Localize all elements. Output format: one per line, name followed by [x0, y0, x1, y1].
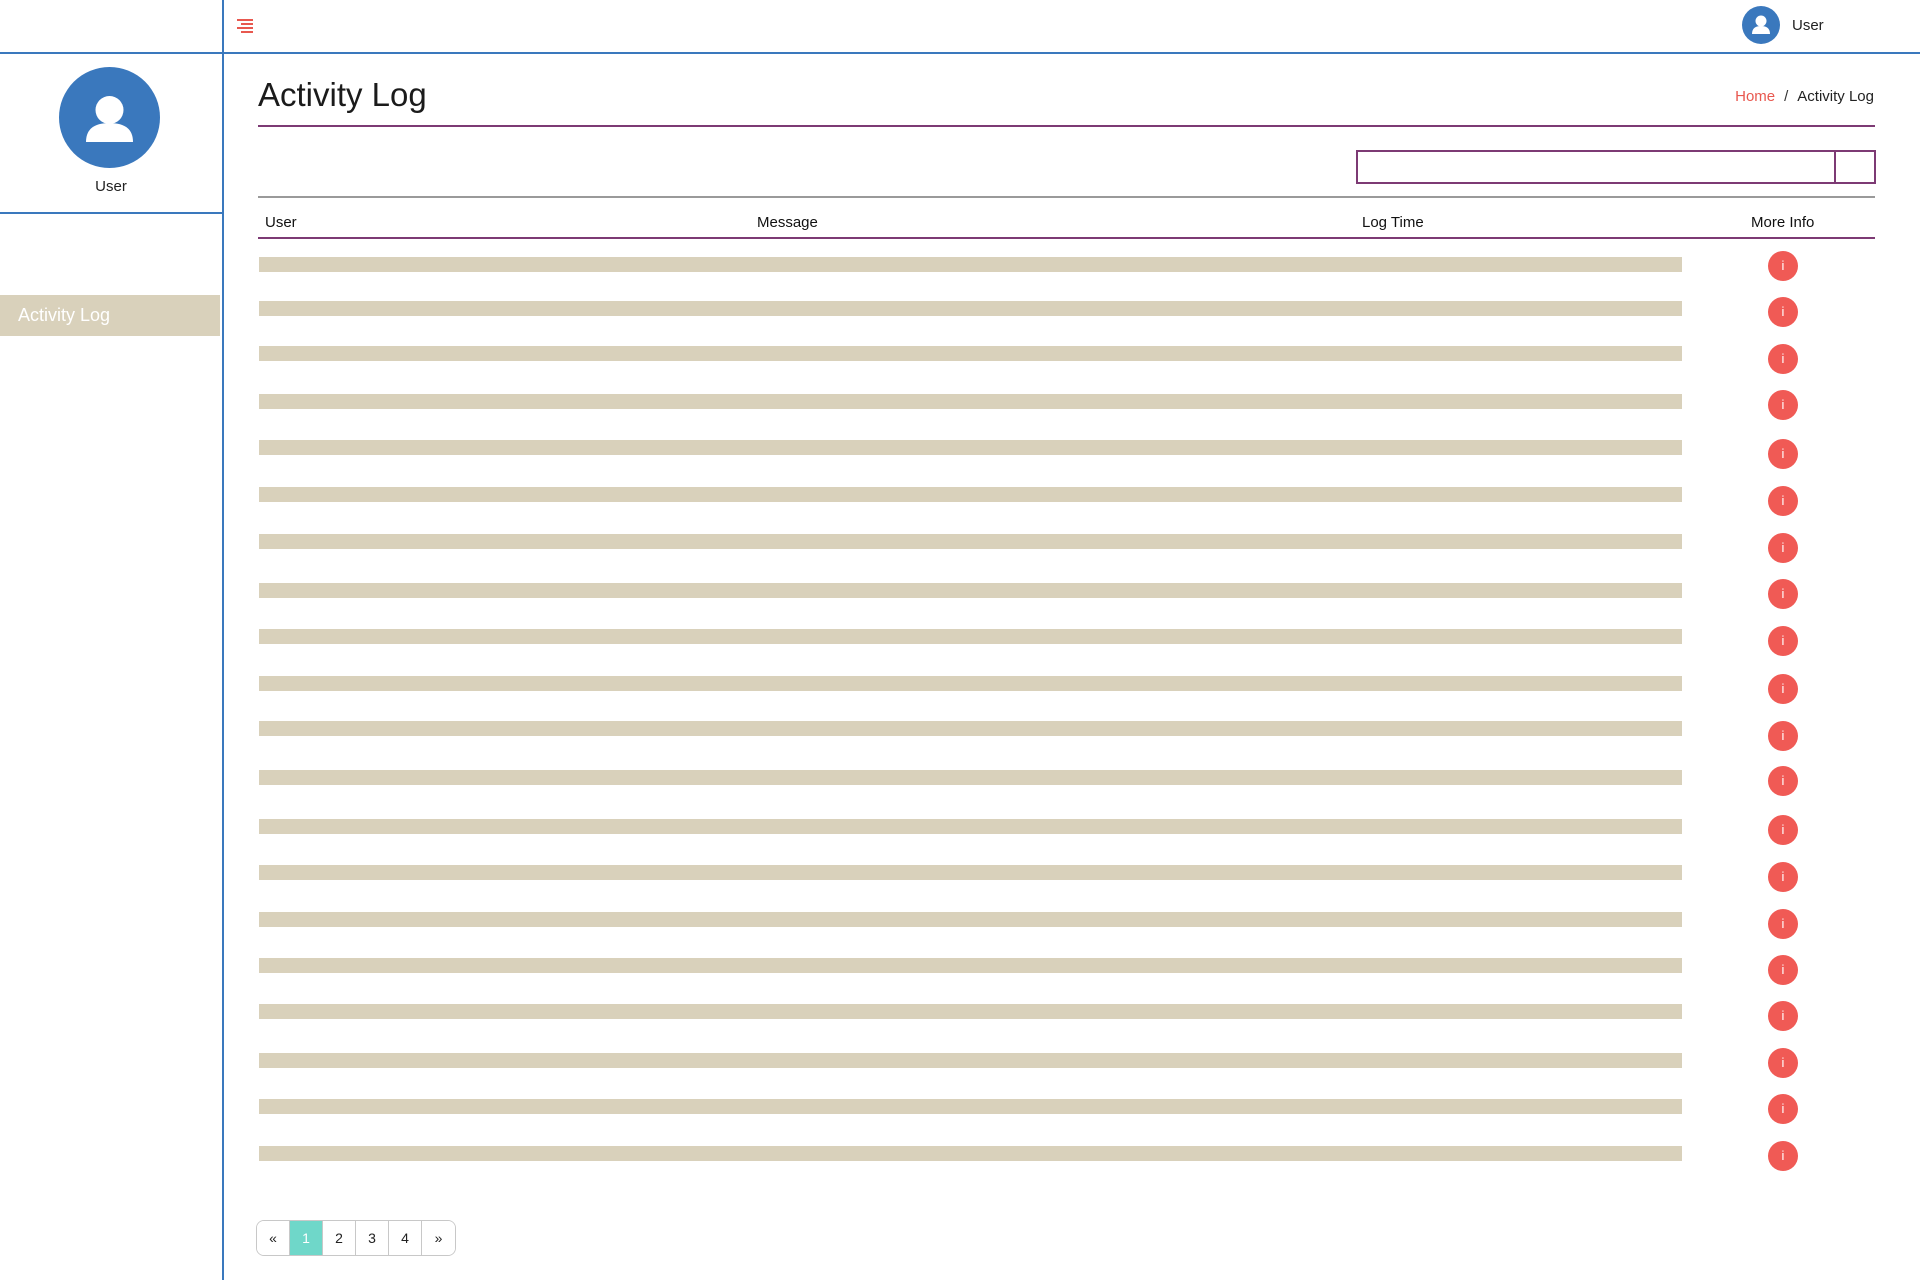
pagination-page-2[interactable]: 2	[323, 1221, 356, 1255]
topbar-border	[0, 52, 1920, 54]
info-icon[interactable]: i	[1768, 486, 1798, 516]
info-icon[interactable]: i	[1768, 533, 1798, 563]
table-header-divider	[258, 237, 1875, 239]
breadcrumb-current: Activity Log	[1797, 88, 1874, 105]
pagination-prev-button[interactable]: «	[257, 1221, 290, 1255]
info-icon[interactable]: i	[1768, 1048, 1798, 1078]
info-icon[interactable]: i	[1768, 766, 1798, 796]
pagination-page-1[interactable]: 1	[290, 1221, 323, 1255]
column-header-message: Message	[757, 214, 818, 231]
breadcrumb: Home / Activity Log	[1735, 88, 1874, 105]
info-icon[interactable]: i	[1768, 955, 1798, 985]
sidebar-border	[222, 0, 224, 1280]
info-icon[interactable]: i	[1768, 909, 1798, 939]
user-avatar-icon	[86, 96, 133, 142]
table-row	[259, 676, 1682, 691]
pagination-next-button[interactable]: »	[422, 1221, 455, 1255]
table-row	[259, 865, 1682, 880]
table-row	[259, 440, 1682, 455]
hamburger-icon[interactable]	[234, 18, 256, 36]
table-row	[259, 1053, 1682, 1068]
column-header-user: User	[265, 214, 297, 231]
info-icon[interactable]: i	[1768, 1094, 1798, 1124]
info-icon[interactable]: i	[1768, 439, 1798, 469]
info-icon[interactable]: i	[1768, 1001, 1798, 1031]
search-button[interactable]	[1834, 152, 1874, 182]
hamburger-line	[237, 19, 253, 21]
sidebar-user-name: User	[95, 178, 127, 195]
info-icon[interactable]: i	[1768, 251, 1798, 281]
user-avatar-icon	[1742, 6, 1780, 44]
table-row	[259, 912, 1682, 927]
info-icon[interactable]: i	[1768, 674, 1798, 704]
table-row	[259, 770, 1682, 785]
table-row	[259, 487, 1682, 502]
table-row	[259, 346, 1682, 361]
user-silhouette-icon	[1752, 15, 1770, 34]
info-icon[interactable]: i	[1768, 626, 1798, 656]
info-icon[interactable]: i	[1768, 297, 1798, 327]
table-row	[259, 534, 1682, 549]
table-row	[259, 1099, 1682, 1114]
table-row	[259, 257, 1682, 272]
info-icon[interactable]: i	[1768, 815, 1798, 845]
breadcrumb-home-link[interactable]: Home	[1735, 88, 1775, 105]
sidebar-avatar	[59, 67, 160, 168]
search-input[interactable]	[1358, 152, 1834, 182]
info-icon[interactable]: i	[1768, 390, 1798, 420]
column-header-more-info: More Info	[1751, 214, 1815, 231]
info-icon[interactable]: i	[1768, 344, 1798, 374]
topbar-user-name: User	[1792, 16, 1824, 34]
search-bar	[1356, 150, 1876, 184]
table-row	[259, 819, 1682, 834]
topbar-user-menu[interactable]: User	[1742, 6, 1824, 44]
pagination: « 1 2 3 4 »	[256, 1220, 456, 1256]
pagination-page-4[interactable]: 4	[389, 1221, 422, 1255]
sidebar-item-activity-log[interactable]: Activity Log	[0, 295, 220, 336]
sidebar-divider	[0, 212, 222, 214]
pagination-page-3[interactable]: 3	[356, 1221, 389, 1255]
breadcrumb-separator: /	[1784, 88, 1789, 105]
page-title: Activity Log	[258, 76, 427, 113]
table-row	[259, 301, 1682, 316]
table-row	[259, 958, 1682, 973]
info-icon[interactable]: i	[1768, 721, 1798, 751]
hamburger-line	[241, 31, 253, 33]
table-row	[259, 583, 1682, 598]
table-row	[259, 629, 1682, 644]
column-header-log-time: Log Time	[1362, 214, 1424, 231]
info-icon[interactable]: i	[1768, 1141, 1798, 1171]
info-icon[interactable]: i	[1768, 862, 1798, 892]
hamburger-line	[241, 23, 253, 25]
table-row	[259, 1004, 1682, 1019]
hamburger-line	[237, 27, 253, 29]
table-row	[259, 394, 1682, 409]
info-icon[interactable]: i	[1768, 579, 1798, 609]
title-divider	[258, 125, 1875, 127]
table-top-divider	[258, 196, 1875, 198]
table-row	[259, 721, 1682, 736]
table-row	[259, 1146, 1682, 1161]
